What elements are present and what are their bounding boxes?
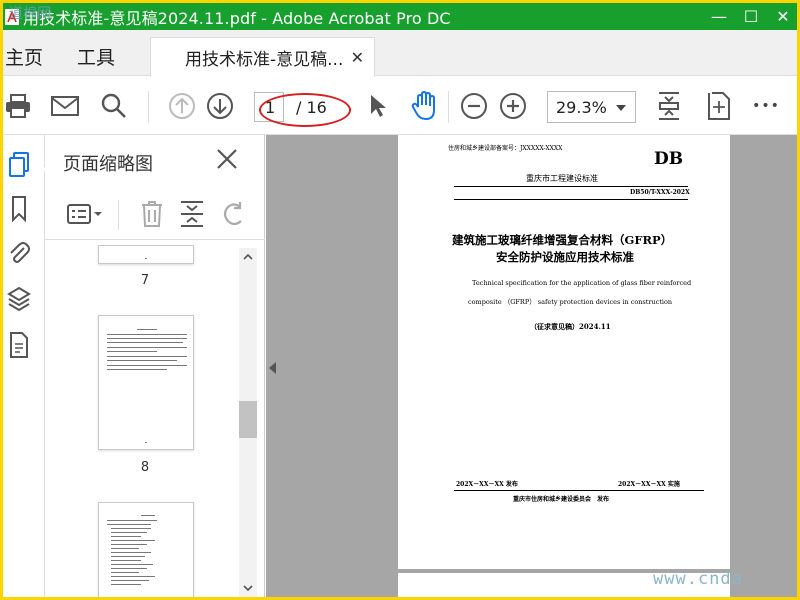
insert-page-icon[interactable] bbox=[179, 200, 205, 228]
print-icon[interactable] bbox=[3, 91, 33, 121]
tab-bar: 主页 工具 用技术标准-意见稿... ✕ bbox=[3, 30, 797, 77]
zoom-in-icon[interactable] bbox=[498, 91, 528, 121]
thumbnail-page-9[interactable] bbox=[98, 502, 194, 597]
navigation-rail bbox=[3, 135, 45, 597]
toolbar-separator bbox=[448, 91, 449, 123]
title-en-line2: composite （GFRP） safety protection devic… bbox=[468, 298, 673, 306]
more-label: ••• bbox=[752, 98, 780, 114]
release-date: 202X－XX－XX 发布 bbox=[456, 481, 518, 488]
window-title: 用技术标准-意见稿2024.11.pdf - Adobe Acrobat Pro… bbox=[23, 8, 451, 28]
record-number: 住房和城乡建设部备案号：JXXXXX-XXXX bbox=[448, 145, 563, 152]
site-logo-watermark: 道棉网 bbox=[9, 6, 51, 22]
hand-tool-icon[interactable] bbox=[410, 91, 440, 121]
header-rule bbox=[454, 199, 688, 200]
tab-home[interactable]: 主页 bbox=[5, 43, 43, 70]
tab-tools[interactable]: 工具 bbox=[77, 43, 115, 70]
thumbnail-page-8[interactable] bbox=[98, 315, 194, 450]
title-bar: 用技术标准-意见稿2024.11.pdf - Adobe Acrobat Pro… bbox=[3, 3, 797, 30]
close-tab-button[interactable]: ✕ bbox=[351, 48, 364, 67]
scroll-up-icon[interactable] bbox=[243, 253, 253, 260]
title-en-line1: Technical specification for the applicat… bbox=[472, 279, 692, 287]
document-tab-label: 用技术标准-意见稿... bbox=[185, 50, 344, 70]
site-watermark: www.cnda bbox=[653, 569, 743, 589]
email-icon[interactable] bbox=[50, 91, 80, 121]
delete-page-icon[interactable] bbox=[139, 200, 165, 228]
main-toolbar: 1 / 16 29.3% ••• bbox=[3, 77, 797, 135]
tab-document[interactable]: 用技术标准-意见稿... ✕ bbox=[150, 37, 375, 77]
title-cn-line2: 安全防护设施应用技术标准 bbox=[496, 250, 634, 264]
publisher-line: 重庆市住房和城乡建设委员会 发布 bbox=[513, 496, 610, 503]
scrollbar-thumb[interactable] bbox=[239, 401, 257, 438]
rotate-page-icon[interactable] bbox=[221, 200, 247, 228]
document-icon[interactable] bbox=[6, 331, 32, 359]
thumbnail-options-icon[interactable] bbox=[67, 200, 103, 228]
select-cursor-icon[interactable] bbox=[363, 91, 393, 121]
scroll-down-icon[interactable] bbox=[243, 585, 253, 592]
toolbar-separator bbox=[148, 91, 149, 123]
full-screen-icon[interactable] bbox=[704, 91, 734, 121]
highlight-annotation-ellipse bbox=[259, 93, 351, 127]
panel-separator bbox=[118, 200, 119, 230]
panel-toolbar bbox=[45, 190, 265, 240]
fit-page-icon[interactable] bbox=[654, 91, 684, 121]
next-page-icon[interactable] bbox=[205, 91, 235, 121]
implement-date: 202X－XX－XX 实施 bbox=[618, 481, 680, 488]
zoom-level-value: 29.3% bbox=[556, 98, 607, 117]
thumbnail-page-7[interactable] bbox=[98, 245, 194, 264]
search-icon[interactable] bbox=[99, 91, 129, 121]
maximize-button[interactable]: ☐ bbox=[737, 3, 765, 30]
thumbnail-scrollbar[interactable] bbox=[239, 248, 257, 597]
zoom-out-icon[interactable] bbox=[459, 91, 489, 121]
previous-page-icon[interactable] bbox=[167, 91, 197, 121]
draft-label: （征求意见稿）2024.11 bbox=[530, 322, 611, 331]
thumbnail-panel: 页面缩略图 7 8 bbox=[45, 135, 265, 597]
thumbnail-list[interactable]: 7 8 bbox=[45, 245, 245, 597]
zoom-level-select[interactable]: 29.3% bbox=[547, 91, 636, 123]
thumbnail-label: 8 bbox=[140, 460, 150, 475]
close-window-button[interactable]: ✕ bbox=[769, 3, 797, 30]
issuer-line: 重庆市工程建设标准 bbox=[526, 174, 598, 183]
more-tools-icon[interactable]: ••• bbox=[751, 91, 781, 121]
layers-icon[interactable] bbox=[6, 285, 32, 313]
minimize-button[interactable]: — bbox=[705, 3, 733, 30]
close-panel-icon[interactable] bbox=[215, 147, 239, 171]
bookmark-icon[interactable] bbox=[6, 195, 32, 223]
footer-rule bbox=[454, 490, 704, 491]
collapse-panel-icon[interactable] bbox=[269, 362, 276, 374]
db-mark: DB bbox=[654, 149, 684, 169]
header-rule bbox=[454, 186, 688, 187]
panel-title: 页面缩略图 bbox=[63, 154, 153, 175]
app-window: 用技术标准-意见稿2024.11.pdf - Adobe Acrobat Pro… bbox=[3, 3, 797, 597]
pdf-page-1[interactable]: 住房和城乡建设部备案号：JXXXXX-XXXX DB 重庆市工程建设标准 DB5… bbox=[398, 135, 730, 569]
thumbnail-label: 7 bbox=[140, 273, 150, 288]
title-cn-line1: 建筑施工玻璃纤维增强复合材料（GFRP） bbox=[452, 233, 673, 247]
chevron-down-icon bbox=[616, 105, 626, 111]
page-thumbnails-icon[interactable] bbox=[6, 151, 32, 179]
attachment-icon[interactable] bbox=[6, 239, 32, 267]
standard-number: DB50/T-XXX-202X bbox=[630, 189, 690, 196]
